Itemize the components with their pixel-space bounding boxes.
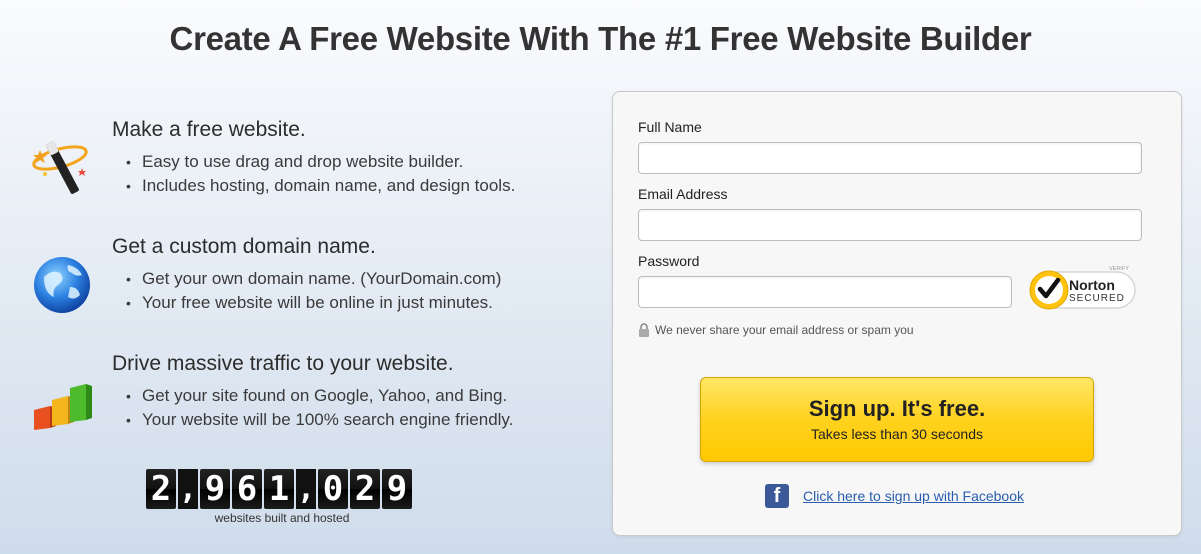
feature-bullets: Get your own domain name. (YourDomain.co… [126,267,501,315]
counter-digit: 9 [200,469,230,509]
norton-secured-badge[interactable]: VERIFY Norton SECURED [1025,262,1137,314]
signup-panel: Full Name Email Address Password VERIFY … [612,91,1182,536]
full-name-input[interactable] [638,142,1142,174]
feature-bullets: Easy to use drag and drop website builde… [126,150,515,198]
feature-bullet: Get your own domain name. (YourDomain.co… [126,267,501,291]
privacy-note: We never share your email address or spa… [638,323,914,337]
sites-counter: 2 , 9 6 1 , 0 2 9 websites built and hos… [146,469,418,525]
signup-button-sublabel: Takes less than 30 seconds [811,426,983,442]
globe-icon [34,257,90,313]
feature-title: Make a free website. [112,118,306,141]
feature-bullets: Get your site found on Google, Yahoo, an… [126,384,513,432]
counter-label: websites built and hosted [214,511,350,525]
page-headline: Create A Free Website With The #1 Free W… [169,20,1032,57]
feature-free-website: Make a free website. Easy to use drag an… [30,118,590,218]
feature-traffic: Drive massive traffic to your website. G… [30,352,590,452]
facebook-icon[interactable]: f [765,484,789,508]
counter-digit: 9 [382,469,412,509]
full-name-label: Full Name [638,119,702,135]
feature-custom-domain: Get a custom domain name. Get your own d… [30,235,590,335]
magic-wand-icon [32,141,88,194]
facebook-signup: f Click here to sign up with Facebook [765,484,1024,508]
feature-title: Get a custom domain name. [112,235,376,258]
password-input[interactable] [638,276,1012,308]
counter-digit: 2 [350,469,380,509]
norton-secured-text: SECURED [1069,293,1125,304]
counter-digit: 1 [264,469,294,509]
counter-digit: 2 [146,469,176,509]
feature-title: Drive massive traffic to your website. [112,352,454,375]
signup-button-label: Sign up. It's free. [808,396,986,421]
email-label: Email Address [638,186,728,202]
password-label: Password [638,253,700,269]
counter-digit: 6 [232,469,262,509]
feature-bullet: Includes hosting, domain name, and desig… [126,174,515,198]
email-input[interactable] [638,209,1142,241]
lock-icon [639,323,649,337]
norton-verify-text: VERIFY [1109,266,1129,272]
counter-digits: 2 , 9 6 1 , 0 2 9 [146,469,418,509]
feature-bullet: Get your site found on Google, Yahoo, an… [126,384,513,408]
counter-separator: , [296,469,316,509]
privacy-text: We never share your email address or spa… [655,323,914,337]
signup-button[interactable]: Sign up. It's free. Takes less than 30 s… [700,377,1094,462]
bar-chart-icon [34,384,92,430]
counter-digit: 0 [318,469,348,509]
facebook-signup-link[interactable]: Click here to sign up with Facebook [803,488,1024,504]
counter-separator: , [178,469,198,509]
feature-bullet: Your free website will be online in just… [126,291,501,315]
feature-bullet: Easy to use drag and drop website builde… [126,150,515,174]
feature-bullet: Your website will be 100% search engine … [126,408,513,432]
norton-name-text: Norton [1069,277,1115,293]
